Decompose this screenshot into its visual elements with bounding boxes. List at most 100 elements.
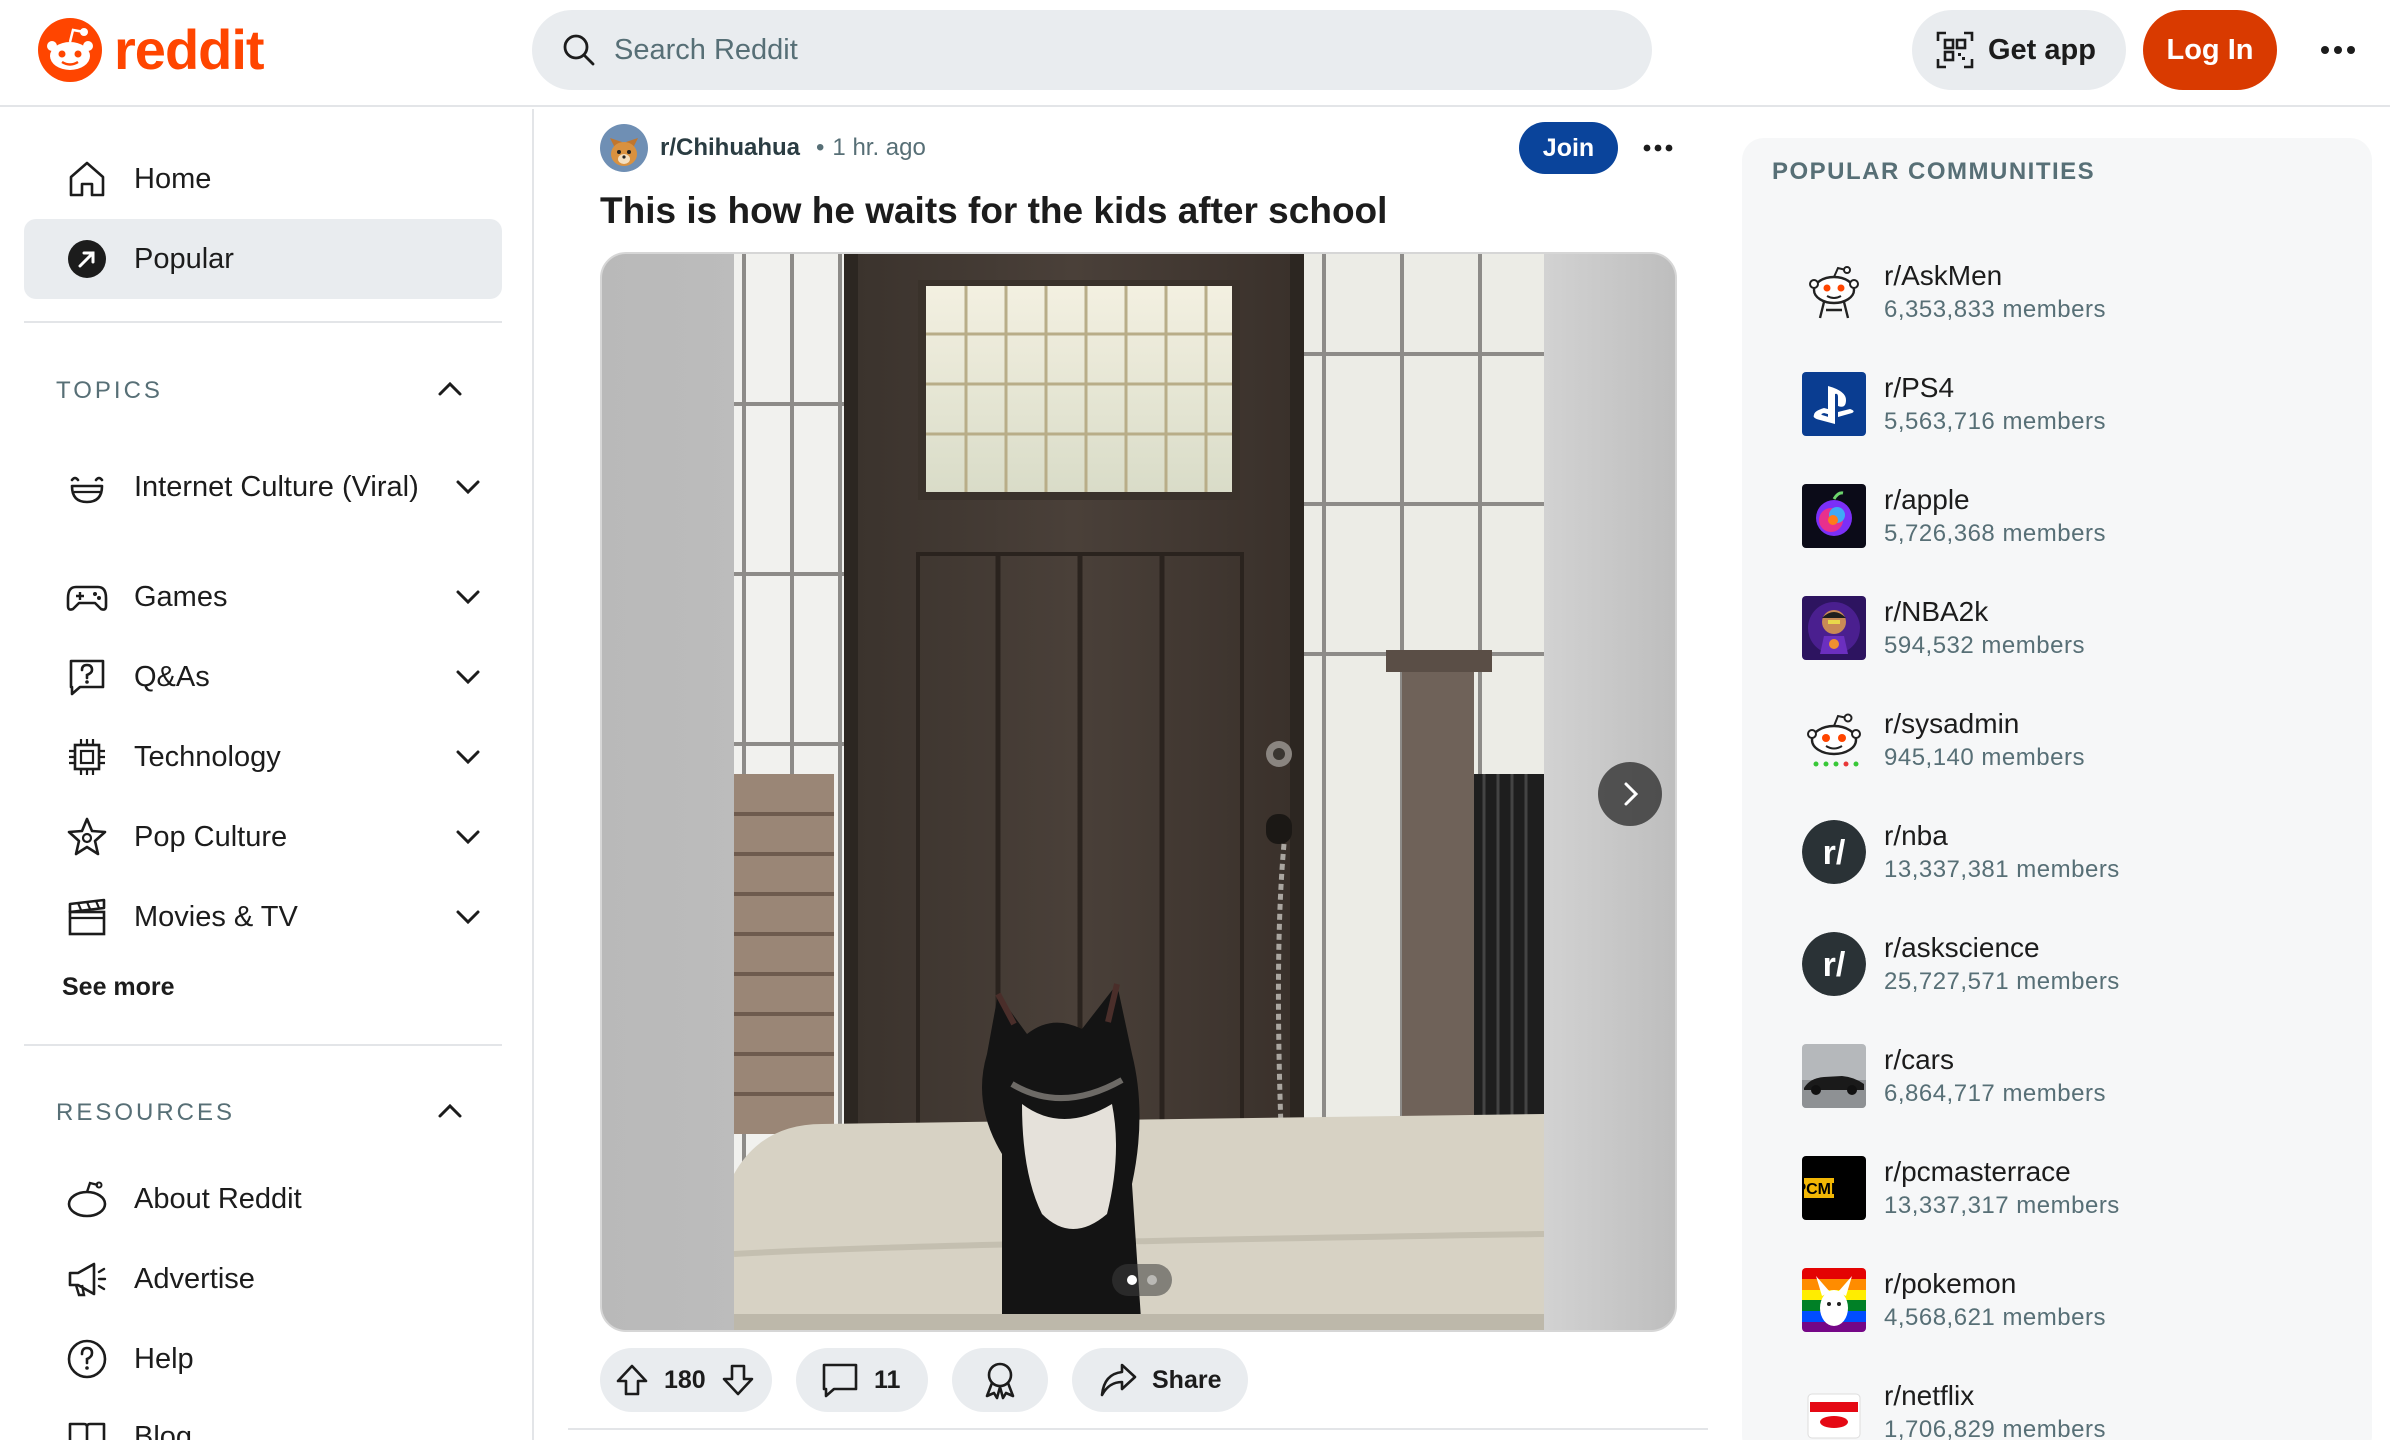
topic-technology[interactable]: Technology: [66, 727, 486, 787]
community-name[interactable]: r/netflix: [1884, 1378, 2106, 1414]
community-members: 945,140 members: [1884, 744, 2085, 771]
subreddit-avatar[interactable]: [600, 124, 648, 172]
chevron-right-icon: [1624, 782, 1639, 806]
community-name[interactable]: r/NBA2k: [1884, 594, 2085, 630]
community-name[interactable]: r/cars: [1884, 1042, 2106, 1078]
downvote-icon[interactable]: [720, 1362, 756, 1398]
community-item[interactable]: r/apple 5,726,368 members: [1802, 482, 2106, 550]
community-members: 13,337,317 members: [1884, 1192, 2120, 1219]
community-name[interactable]: r/nba: [1884, 818, 2120, 854]
topic-label: Technology: [134, 741, 281, 773]
chevron-up-icon[interactable]: [432, 1093, 468, 1129]
topic-movies-tv[interactable]: Movies & TV: [66, 887, 486, 947]
carousel-next-button[interactable]: [1598, 762, 1662, 826]
resource-label: Advertise: [134, 1263, 255, 1295]
community-name[interactable]: r/sysadmin: [1884, 706, 2085, 742]
chevron-down-icon[interactable]: [450, 739, 486, 775]
logo-wordmark: reddit: [114, 18, 265, 81]
community-members: 5,726,368 members: [1884, 520, 2106, 547]
sidebar-item-label: Popular: [134, 242, 234, 275]
see-more-button[interactable]: See more: [62, 973, 175, 1002]
community-item[interactable]: r/pokemon 4,568,621 members: [1802, 1266, 2106, 1334]
community-members: 13,337,381 members: [1884, 856, 2120, 883]
community-item[interactable]: r/NBA2k 594,532 members: [1802, 594, 2085, 662]
community-item[interactable]: PCMR r/pcmasterrace 13,337,317 members: [1802, 1154, 2120, 1222]
qr-code-icon: [1936, 31, 1974, 69]
resources-section-title: RESOURCES: [56, 1099, 236, 1126]
pcmr-badge-text: PCMR: [1802, 1181, 1843, 1198]
topic-label: Movies & TV: [134, 901, 298, 933]
resource-advertise[interactable]: Advertise: [66, 1249, 486, 1309]
community-name[interactable]: r/PS4: [1884, 370, 2106, 406]
community-name[interactable]: r/askscience: [1884, 930, 2120, 966]
question-bubble-icon: [69, 659, 105, 696]
book-icon: [68, 1422, 106, 1440]
topic-label: Pop Culture: [134, 821, 288, 853]
carousel-indicator: [1112, 1264, 1172, 1296]
resource-help[interactable]: Help: [66, 1329, 486, 1389]
community-item[interactable]: r/cars 6,864,717 members: [1802, 1042, 2106, 1110]
topic-qas[interactable]: Q&As: [66, 647, 486, 707]
chevron-down-icon[interactable]: [450, 659, 486, 695]
nba2k-icon: [1802, 596, 1866, 660]
resource-about-reddit[interactable]: About Reddit: [66, 1169, 486, 1229]
topic-games[interactable]: Games: [66, 567, 486, 627]
upvote-icon[interactable]: [614, 1362, 650, 1398]
resource-label: About Reddit: [134, 1183, 302, 1215]
award-icon: [985, 1362, 1015, 1400]
home-icon: [69, 161, 105, 197]
vote-group: 180: [600, 1348, 772, 1412]
carousel-dot-active[interactable]: [1127, 1275, 1137, 1285]
chevron-down-icon[interactable]: [450, 469, 486, 505]
community-item[interactable]: r/PS4 5,563,716 members: [1802, 370, 2106, 438]
smile-icon: [70, 476, 104, 504]
help-icon: [67, 1339, 107, 1379]
share-button[interactable]: Share: [1072, 1348, 1248, 1412]
login-button[interactable]: Log In: [2143, 10, 2277, 90]
clapperboard-icon: [68, 898, 106, 936]
more-options-icon[interactable]: [2310, 22, 2366, 78]
pcmr-icon: PCMR: [1802, 1156, 1866, 1220]
resource-blog[interactable]: Blog: [66, 1407, 486, 1440]
star-icon: [67, 817, 107, 856]
topic-internet-culture[interactable]: Internet Culture (Viral): [66, 447, 486, 527]
topic-pop-culture[interactable]: Pop Culture: [66, 807, 486, 867]
chevron-up-icon[interactable]: [432, 371, 468, 407]
subreddit-name-link[interactable]: r/Chihuahua: [660, 134, 800, 162]
sidebar-item-popular[interactable]: Popular: [24, 219, 502, 299]
community-item[interactable]: r/ r/askscience 25,727,571 members: [1802, 930, 2120, 998]
chevron-down-icon[interactable]: [450, 819, 486, 855]
carousel-dot[interactable]: [1147, 1275, 1157, 1285]
reddit-logo[interactable]: reddit: [38, 18, 265, 82]
community-name[interactable]: r/AskMen: [1884, 258, 2106, 294]
chevron-down-icon[interactable]: [450, 579, 486, 615]
community-item[interactable]: r/AskMen 6,353,833 members: [1802, 258, 2106, 326]
post-title[interactable]: This is how he waits for the kids after …: [600, 190, 1387, 232]
get-app-label: Get app: [1988, 33, 2096, 66]
share-icon: [1100, 1363, 1137, 1397]
community-name[interactable]: r/pokemon: [1884, 1266, 2106, 1302]
topic-label: Games: [134, 581, 228, 613]
post-more-options-icon[interactable]: [1638, 130, 1678, 166]
chip-icon: [69, 739, 105, 775]
car-icon: [1802, 1044, 1866, 1108]
comments-button[interactable]: 11: [796, 1348, 928, 1412]
topics-section-title: TOPICS: [56, 377, 163, 404]
community-item[interactable]: r/ r/nba 13,337,381 members: [1802, 818, 2120, 886]
search-icon: [563, 34, 595, 66]
get-app-button[interactable]: Get app: [1912, 10, 2126, 90]
community-item[interactable]: r/sysadmin 945,140 members: [1802, 706, 2085, 774]
vote-count: 180: [664, 1365, 706, 1394]
chevron-down-icon[interactable]: [450, 899, 486, 935]
sidebar-item-home[interactable]: Home: [24, 139, 502, 219]
join-button[interactable]: Join: [1519, 122, 1618, 174]
resource-label: Blog: [134, 1421, 193, 1440]
award-button[interactable]: [952, 1348, 1048, 1412]
popular-icon: [68, 240, 106, 278]
share-label: Share: [1152, 1365, 1222, 1394]
community-name[interactable]: r/pcmasterrace: [1884, 1154, 2120, 1190]
community-name[interactable]: r/apple: [1884, 482, 2106, 518]
community-item[interactable]: r/netflix 1,706,829 members: [1802, 1378, 2106, 1440]
search-input[interactable]: Search Reddit: [532, 10, 1652, 90]
post-media-carousel[interactable]: [600, 252, 1677, 1332]
